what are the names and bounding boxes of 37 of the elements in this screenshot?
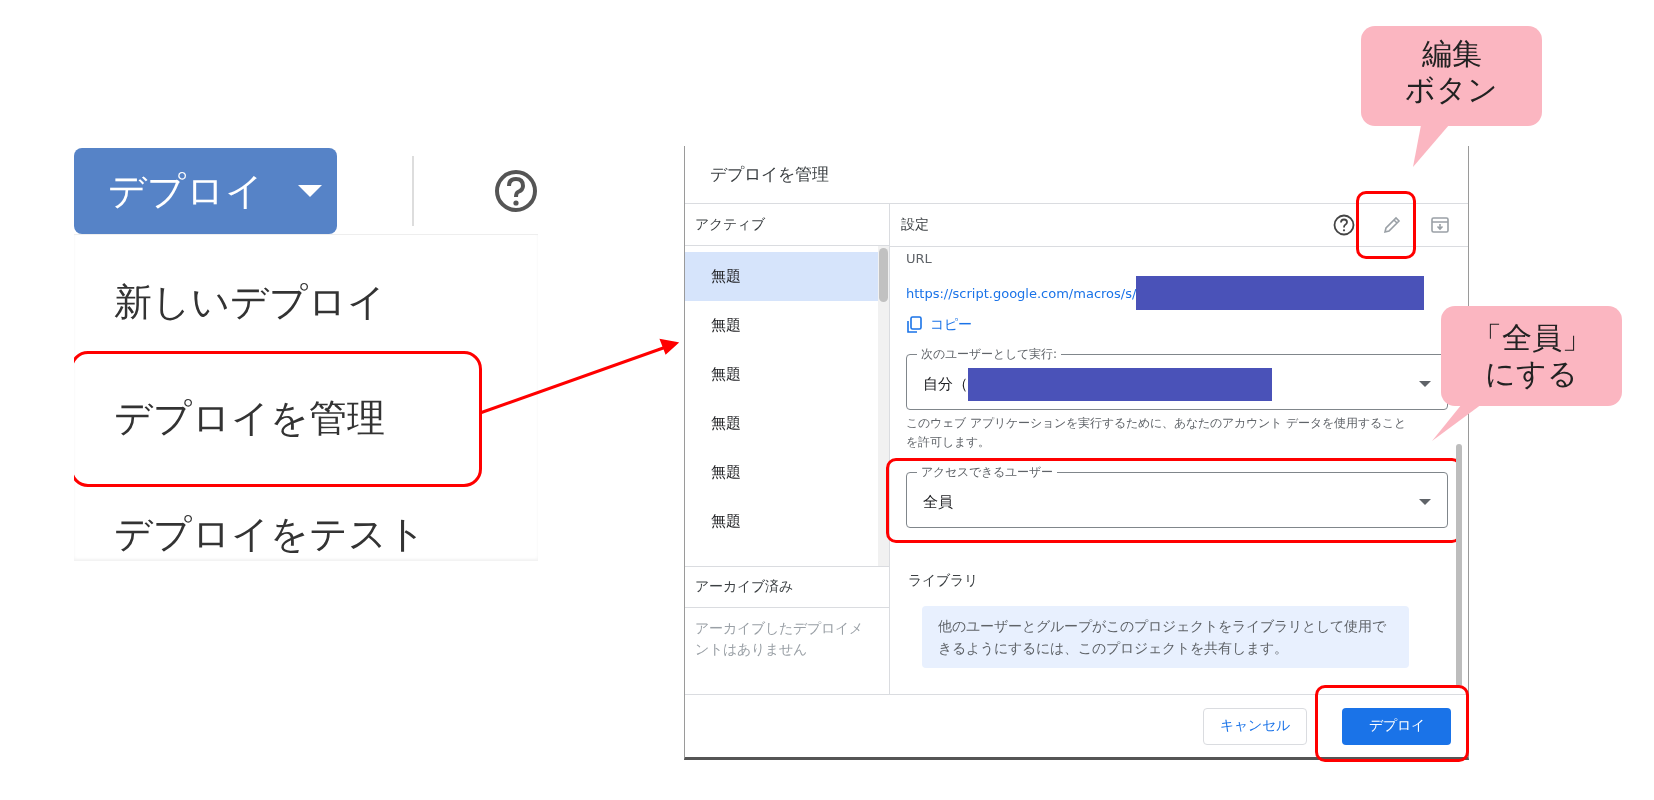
deploy-button[interactable]: デプロイ	[74, 148, 338, 234]
section-header: アーカイブ済み	[695, 578, 793, 596]
info-box: 他のユーザーとグループがこのプロジェクトをライブラリとして使用できるようにするには、このプロジェクトを共有します。	[922, 606, 1409, 668]
url-label: URL	[906, 251, 932, 266]
callout-text: 編集	[1421, 36, 1482, 72]
field-label: アクセスできるユーザー	[920, 464, 1054, 481]
deploy-button[interactable]: デプロイ	[1342, 707, 1451, 745]
deployment-item[interactable]: 無題	[685, 252, 878, 301]
scrollbar-thumb[interactable]	[1456, 444, 1462, 687]
field-value: 全員	[923, 492, 953, 512]
callout-text: 「全員」	[1471, 320, 1592, 356]
dropdown-icon	[1419, 381, 1431, 387]
help-icon[interactable]	[1333, 214, 1355, 236]
copy-button[interactable]: コピー	[906, 316, 972, 334]
caret-icon	[298, 185, 322, 197]
menu-item[interactable]: デプロイをテスト	[114, 507, 426, 561]
empty-message: アーカイブしたデプロイメントはありません	[695, 620, 863, 657]
copy-icon	[906, 316, 922, 334]
section-header: 設定	[901, 216, 929, 234]
dropdown-icon	[1419, 499, 1431, 505]
help-icon[interactable]	[494, 169, 538, 213]
dialog-title: デプロイを管理	[710, 163, 829, 186]
url-link[interactable]: https://script.google.com/macros/s/	[906, 285, 1137, 301]
menu-item[interactable]: デプロイを管理	[114, 391, 385, 445]
dropdown-field[interactable]: アクセスできるユーザー 全員	[906, 464, 1448, 528]
menu-item[interactable]: 新しいデプロイ	[114, 275, 386, 329]
callout-text: ボタン	[1405, 72, 1498, 108]
scrollbar-thumb[interactable]	[879, 248, 888, 302]
field-label: 次のユーザーとして実行:	[920, 346, 1059, 363]
pencil-icon[interactable]	[1381, 214, 1403, 236]
help-text: このウェブ アプリケーションを実行するために、あなたのアカウント データを使用することを許可します。	[906, 415, 1407, 451]
callout-text: にする	[1485, 356, 1578, 392]
section-header: ライブラリ	[908, 572, 978, 588]
section-header: アクティブ	[695, 215, 765, 234]
archive-icon[interactable]	[1430, 215, 1450, 235]
cancel-button[interactable]: キャンセル	[1203, 707, 1307, 745]
field-value: 自分（	[923, 374, 968, 394]
